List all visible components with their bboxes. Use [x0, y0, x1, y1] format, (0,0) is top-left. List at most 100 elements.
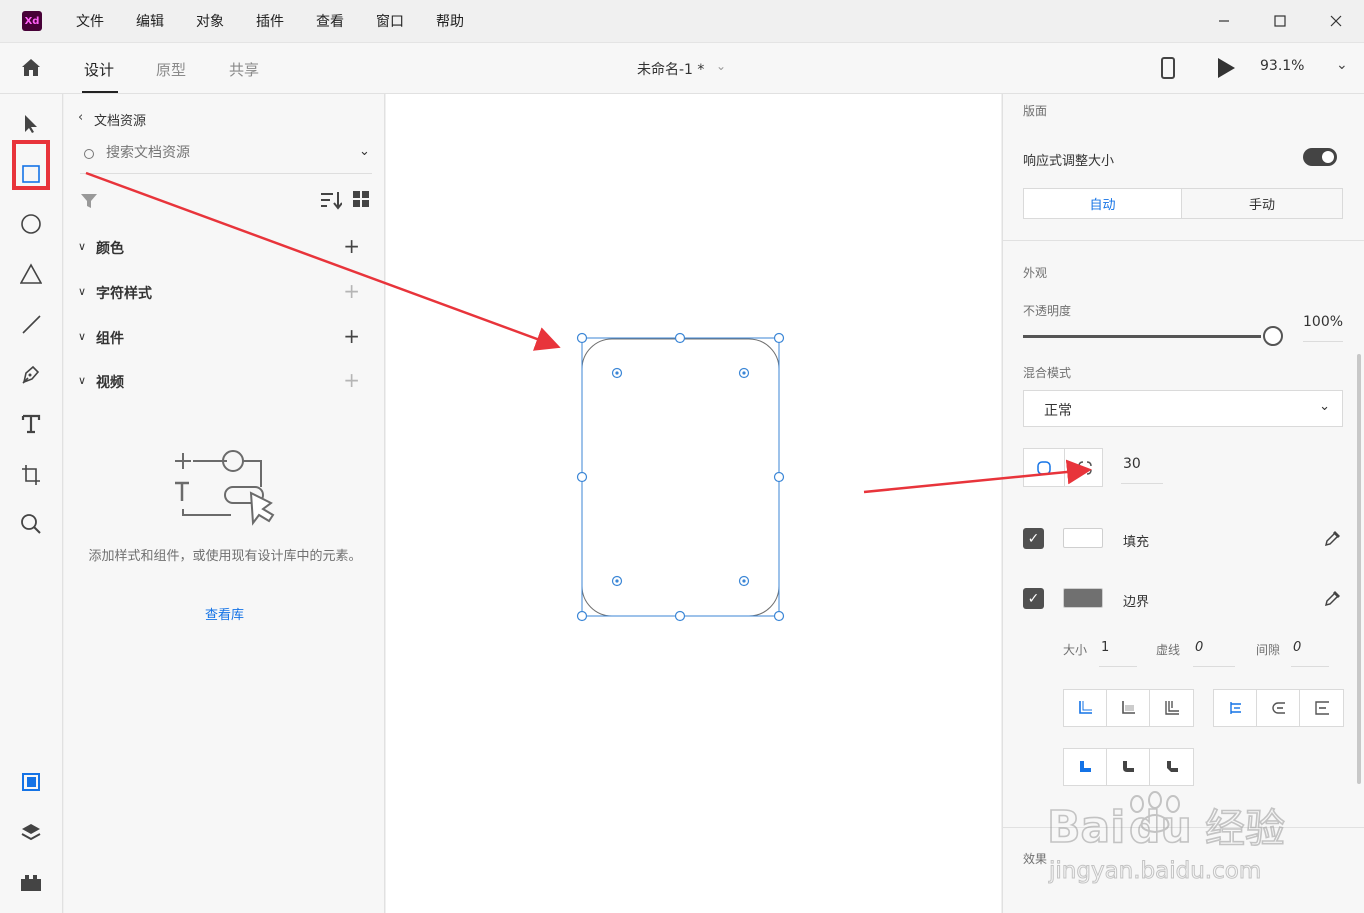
border-checkbox[interactable]: ✓ [1023, 588, 1044, 609]
chevron-down-icon: ⌄ [1319, 399, 1330, 414]
effects-section-title: 效果 [1023, 852, 1048, 866]
corner-radius-field-underline [1121, 483, 1163, 484]
resize-auto-button[interactable]: 自动 [1023, 188, 1182, 219]
outer-stroke-icon[interactable] [1107, 690, 1150, 726]
plugins-panel-icon[interactable] [19, 870, 43, 894]
section-components[interactable]: ∨ 组件 + [78, 324, 368, 350]
miter-join-icon[interactable] [1064, 749, 1107, 785]
text-tool-icon[interactable] [19, 412, 43, 436]
border-label: 边界 [1123, 595, 1150, 610]
center-stroke-icon[interactable] [1150, 690, 1193, 726]
tab-share[interactable]: 共享 [229, 59, 259, 80]
assets-search-input[interactable] [106, 142, 306, 164]
corner-radius-value-field[interactable]: 30 [1123, 456, 1141, 472]
sort-icon[interactable] [320, 190, 342, 210]
menu-help[interactable]: 帮助 [436, 11, 464, 31]
responsive-resize-toggle[interactable] [1303, 148, 1337, 166]
assets-panel-icon[interactable] [19, 770, 43, 794]
play-icon[interactable] [1218, 58, 1235, 78]
blend-mode-label: 混合模式 [1023, 366, 1072, 380]
close-icon[interactable] [1308, 0, 1364, 42]
layers-panel-icon[interactable] [19, 820, 43, 844]
add-color-icon[interactable]: + [343, 234, 360, 258]
section-divider [1003, 240, 1364, 241]
fill-eyedropper-icon[interactable] [1323, 528, 1343, 548]
active-tab-indicator [82, 91, 118, 93]
gap-field[interactable]: 0 [1293, 640, 1301, 655]
menu-plugins[interactable]: 插件 [256, 11, 284, 31]
stroke-size-field[interactable]: 1 [1101, 640, 1109, 655]
resize-manual-button[interactable]: 手动 [1181, 188, 1343, 219]
back-chevron-icon[interactable]: ‹ [78, 110, 83, 125]
annotation-highlight-box [12, 140, 50, 190]
pen-tool-icon[interactable] [19, 362, 43, 386]
fill-checkbox[interactable]: ✓ [1023, 528, 1044, 549]
watermark-brand: Bai [1047, 802, 1125, 853]
corner-radius-mode-group [1023, 448, 1103, 487]
toolbar: 设计 原型 共享 未命名-1 * ⌄ 93.1% ⌄ [0, 42, 1364, 94]
menu-object[interactable]: 对象 [196, 11, 224, 31]
section-character-styles[interactable]: ∨ 字符样式 + [78, 279, 368, 305]
opacity-value-field[interactable]: 100% [1303, 314, 1343, 330]
dash-field[interactable]: 0 [1195, 640, 1203, 655]
dash-label: 虚线 [1156, 643, 1181, 657]
home-icon[interactable] [19, 56, 43, 80]
chevron-down-icon[interactable]: ⌄ [359, 144, 370, 159]
zoom-tool-icon[interactable] [19, 512, 43, 536]
all-corners-icon[interactable] [1024, 449, 1064, 486]
tab-design[interactable]: 设计 [84, 59, 114, 80]
line-tool-icon[interactable] [19, 312, 43, 336]
opacity-slider-track[interactable] [1023, 335, 1261, 338]
fill-color-swatch[interactable] [1063, 528, 1103, 548]
chevron-down-icon[interactable]: ⌄ [716, 59, 726, 73]
inner-stroke-icon[interactable] [1064, 690, 1107, 726]
watermark-cn: 经验 [1205, 806, 1285, 852]
add-video-icon[interactable]: + [343, 368, 360, 392]
section-label: 组件 [96, 331, 124, 347]
opacity-field-underline [1303, 341, 1343, 342]
zoom-level[interactable]: 93.1% [1260, 58, 1304, 74]
artboard-tool-icon[interactable] [19, 462, 43, 486]
menu-view[interactable]: 查看 [316, 11, 344, 31]
butt-cap-icon[interactable] [1214, 690, 1257, 726]
round-cap-icon[interactable] [1257, 690, 1300, 726]
filter-icon[interactable] [80, 192, 98, 210]
rectangle-shape[interactable] [581, 338, 780, 617]
section-colors[interactable]: ∨ 颜色 + [78, 234, 368, 260]
grid-view-icon[interactable] [353, 191, 369, 207]
device-preview-icon[interactable] [1161, 57, 1175, 79]
stroke-size-label: 大小 [1063, 643, 1088, 657]
bevel-join-icon[interactable] [1150, 749, 1193, 785]
canvas[interactable] [386, 94, 1001, 913]
blend-mode-select[interactable]: 正常 ⌄ [1023, 390, 1343, 427]
minimize-icon[interactable] [1196, 0, 1252, 42]
document-title[interactable]: 未命名-1 * [637, 59, 704, 79]
ellipse-tool-icon[interactable] [19, 212, 43, 236]
maximize-icon[interactable] [1252, 0, 1308, 42]
stroke-position-group [1063, 689, 1194, 727]
assets-title[interactable]: 文档资源 [94, 110, 146, 129]
tab-prototype[interactable]: 原型 [156, 59, 186, 80]
chevron-down-icon: ∨ [78, 285, 87, 298]
zoom-chevron-icon[interactable]: ⌄ [1336, 57, 1348, 73]
square-cap-icon[interactable] [1300, 690, 1343, 726]
menu-edit[interactable]: 编辑 [136, 11, 164, 31]
polygon-tool-icon[interactable] [19, 262, 43, 286]
border-eyedropper-icon[interactable] [1323, 588, 1343, 608]
inspector-scrollbar[interactable] [1357, 354, 1361, 784]
add-character-style-icon[interactable]: + [343, 279, 360, 303]
round-join-icon[interactable] [1107, 749, 1150, 785]
empty-assets-illustration [175, 450, 275, 526]
window-controls [1196, 0, 1364, 42]
opacity-slider-thumb[interactable] [1263, 326, 1283, 346]
menu-window[interactable]: 窗口 [376, 11, 404, 31]
add-component-icon[interactable]: + [343, 324, 360, 348]
select-tool-icon[interactable] [19, 112, 43, 136]
baidu-watermark: Bai du 经验 jingyan.baidu.com [1046, 791, 1286, 885]
border-color-swatch[interactable] [1063, 588, 1103, 608]
view-library-link[interactable]: 查看库 [64, 604, 385, 623]
chevron-down-icon: ∨ [78, 330, 87, 343]
menu-file[interactable]: 文件 [76, 11, 104, 31]
section-video[interactable]: ∨ 视频 + [78, 368, 368, 394]
per-corner-icon[interactable] [1064, 449, 1104, 486]
